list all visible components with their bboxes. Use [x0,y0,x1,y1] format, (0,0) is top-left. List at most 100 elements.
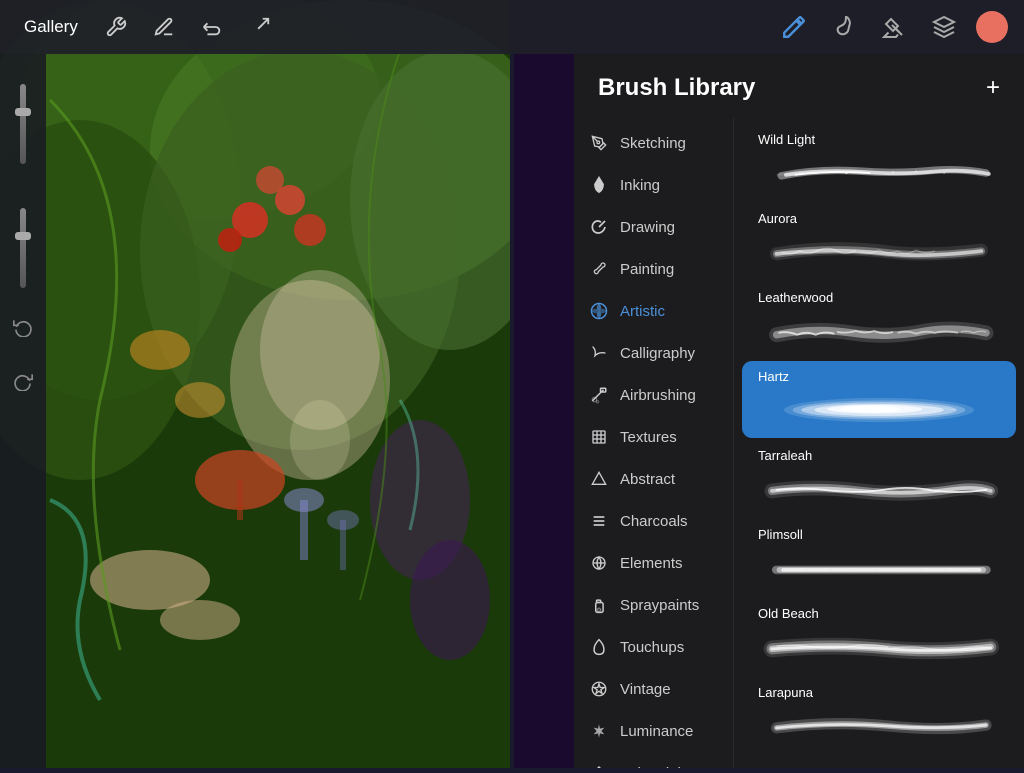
category-inking[interactable]: Inking [574,164,733,206]
panel-header: Brush Library + [574,54,1024,118]
luminance-label: Luminance [620,723,693,740]
touchups-icon [588,636,610,658]
artistic-label: Artistic [620,303,665,320]
airbrushing-label: Airbrushing [620,387,696,404]
brush-item-old-beach[interactable]: Old Beach [742,598,1016,675]
brush-name-larapuna: Larapuna [758,685,1000,700]
calligraphy-icon [588,342,610,364]
brush-item-plimsoll[interactable]: Plimsoll [742,519,1016,596]
abstract-icon [588,468,610,490]
category-sketching[interactable]: Sketching [574,122,733,164]
category-airbrushing[interactable]: Airbrushing [574,374,733,416]
category-charcoals[interactable]: Charcoals [574,500,733,542]
drawing-label: Drawing [620,219,675,236]
transform-tool[interactable] [242,9,278,45]
industrial-label: Industrial [620,765,681,769]
color-picker[interactable] [976,11,1008,43]
canvas-background [0,0,510,768]
category-painting[interactable]: Painting [574,248,733,290]
toolbar-left: Gallery [16,9,278,45]
category-spraypaints[interactable]: Spraypaints [574,584,733,626]
charcoals-icon [588,510,610,532]
smudge-finger-tool[interactable] [826,9,862,45]
toolbar: Gallery [0,0,1024,54]
vintage-icon [588,678,610,700]
brush-size-slider[interactable] [20,84,26,164]
brush-name-hartz: Hartz [758,369,1000,384]
toolbar-right [776,9,1008,45]
sketching-icon [588,132,610,154]
category-calligraphy[interactable]: Calligraphy [574,332,733,374]
brush-name-tarraleah: Tarraleah [758,448,1000,463]
textures-label: Textures [620,429,677,446]
category-artistic[interactable]: Artistic [574,290,733,332]
brush-tool-button[interactable] [776,9,812,45]
inking-label: Inking [620,177,660,194]
brush-list: Wild Light [734,118,1024,768]
left-sidebar [0,54,46,768]
panel-content: Sketching Inking Drawing [574,118,1024,768]
painting-label: Painting [620,261,674,278]
brush-item-leatherwood[interactable]: Leatherwood [742,282,1016,359]
painting-icon [588,258,610,280]
redo-button[interactable] [8,366,38,396]
textures-icon [588,426,610,448]
spraypaints-icon [588,594,610,616]
spraypaints-label: Spraypaints [620,597,699,614]
brush-name-leatherwood: Leatherwood [758,290,1000,305]
gallery-button[interactable]: Gallery [16,11,86,43]
category-elements[interactable]: Elements [574,542,733,584]
brush-library-panel: Brush Library + Sketching [574,54,1024,768]
artistic-icon [588,300,610,322]
category-luminance[interactable]: Luminance [574,710,733,752]
brush-name-old-beach: Old Beach [758,606,1000,621]
luminance-icon [588,720,610,742]
brush-item-tarraleah[interactable]: Tarraleah [742,440,1016,517]
brush-stroke-leatherwood [758,311,1000,351]
modify-tool[interactable] [146,9,182,45]
brush-stroke-plimsoll [758,548,1000,588]
charcoals-label: Charcoals [620,513,688,530]
calligraphy-label: Calligraphy [620,345,695,362]
category-list: Sketching Inking Drawing [574,118,734,768]
layers-tool-button[interactable] [926,9,962,45]
add-brush-button[interactable]: + [986,76,1000,100]
brush-name-plimsoll: Plimsoll [758,527,1000,542]
brush-stroke-larapuna [758,706,1000,746]
category-abstract[interactable]: Abstract [574,458,733,500]
brush-stroke-tarraleah [758,469,1000,509]
brush-name-wild-light: Wild Light [758,132,1000,147]
inking-icon [588,174,610,196]
brush-stroke-hartz [758,390,1000,430]
brush-item-wild-light[interactable]: Wild Light [742,124,1016,201]
category-vintage[interactable]: Vintage [574,668,733,710]
touchups-label: Touchups [620,639,684,656]
industrial-icon [588,762,610,768]
opacity-slider[interactable] [20,208,26,288]
undo-button[interactable] [8,312,38,342]
wrench-tool[interactable] [98,9,134,45]
eraser-tool-button[interactable] [876,9,912,45]
vintage-label: Vintage [620,681,671,698]
abstract-label: Abstract [620,471,675,488]
smudge-tool[interactable] [194,9,230,45]
brush-stroke-aurora [758,232,1000,272]
elements-label: Elements [620,555,683,572]
category-industrial[interactable]: Industrial [574,752,733,768]
opacity-slider-container [20,208,26,288]
drawing-icon [588,216,610,238]
brush-name-aurora: Aurora [758,211,1000,226]
brush-item-hartz[interactable]: Hartz [742,361,1016,438]
elements-icon [588,552,610,574]
category-drawing[interactable]: Drawing [574,206,733,248]
brush-item-larapuna[interactable]: Larapuna [742,677,1016,754]
category-textures[interactable]: Textures [574,416,733,458]
panel-title: Brush Library [598,74,755,102]
category-touchups[interactable]: Touchups [574,626,733,668]
sketching-label: Sketching [620,135,686,152]
brush-stroke-old-beach [758,627,1000,667]
brush-size-slider-container [20,84,26,164]
brush-stroke-wild-light [758,153,1000,193]
brush-item-aurora[interactable]: Aurora [742,203,1016,280]
airbrushing-icon [588,384,610,406]
